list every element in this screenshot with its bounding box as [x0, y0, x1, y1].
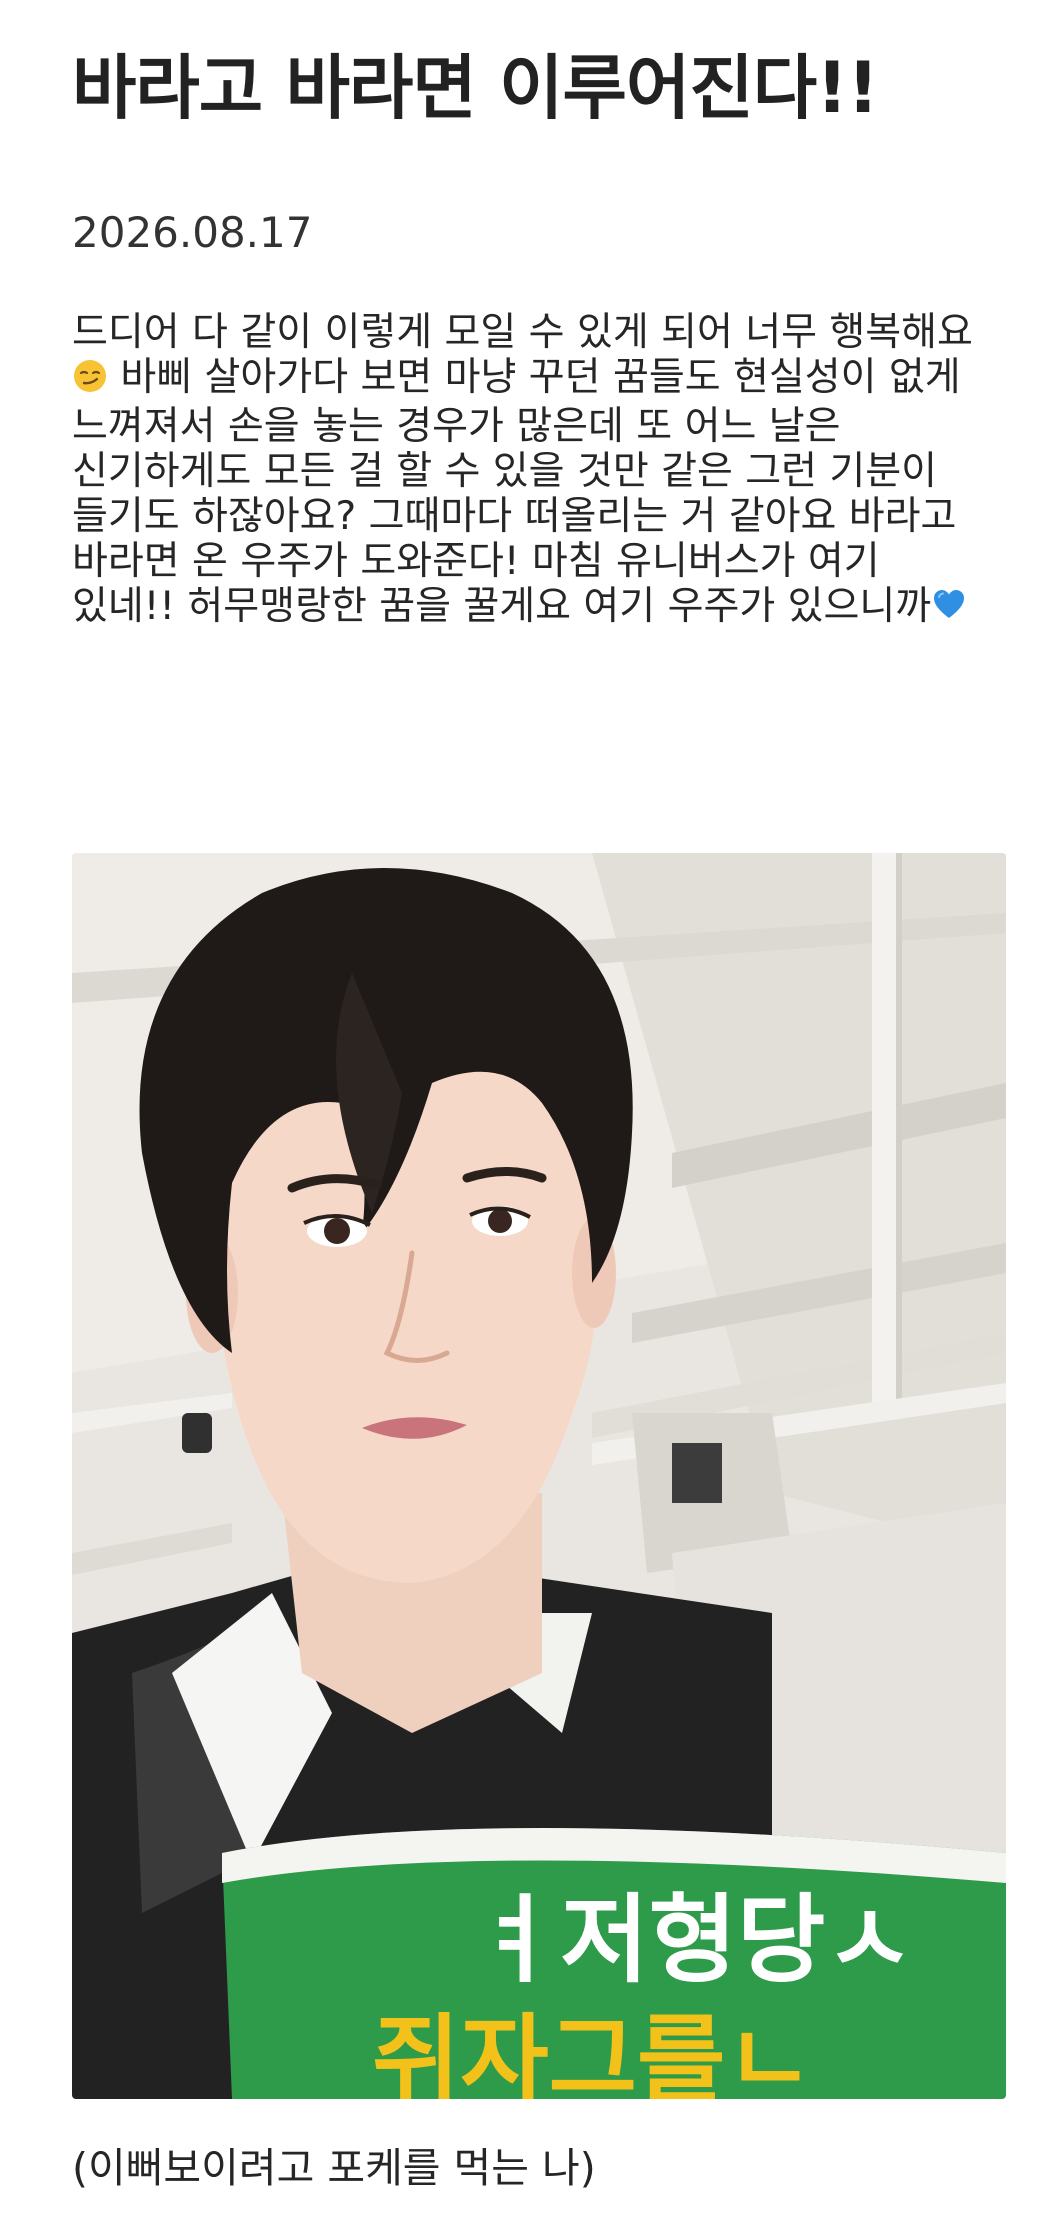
smirking-face-icon — [72, 358, 108, 404]
cup-text-line2: 쥐자그를ㄴ — [372, 2004, 814, 2099]
selfie-photo-image: ㅕ저형당ㅅ 쥐자그를ㄴ — [72, 853, 1006, 2099]
photo-caption: (이뻐보이려고 포케를 먹는 나) — [72, 2144, 596, 2192]
post-body-text-1: 드디어 다 같이 이렇게 모일 수 있게 되어 너무 행복해요 — [72, 310, 973, 355]
post-date: 2026.08.17 — [72, 208, 313, 257]
post-photo[interactable]: ㅕ저형당ㅅ 쥐자그를ㄴ — [72, 853, 1006, 2099]
cup-text-line1: ㅕ저형당ㅅ — [472, 1884, 914, 1996]
post-title: 바라고 바라면 이루어진다!! — [72, 47, 879, 129]
post-body: 드디어 다 같이 이렇게 모일 수 있게 되어 너무 행복해요 바삐 살아가다 … — [72, 310, 990, 633]
blue-heart-icon — [931, 587, 967, 633]
post-body-text-2: 바삐 살아가다 보면 마냥 꾸던 꿈들도 현실성이 없게 느껴져서 손을 놓는 … — [72, 355, 961, 629]
